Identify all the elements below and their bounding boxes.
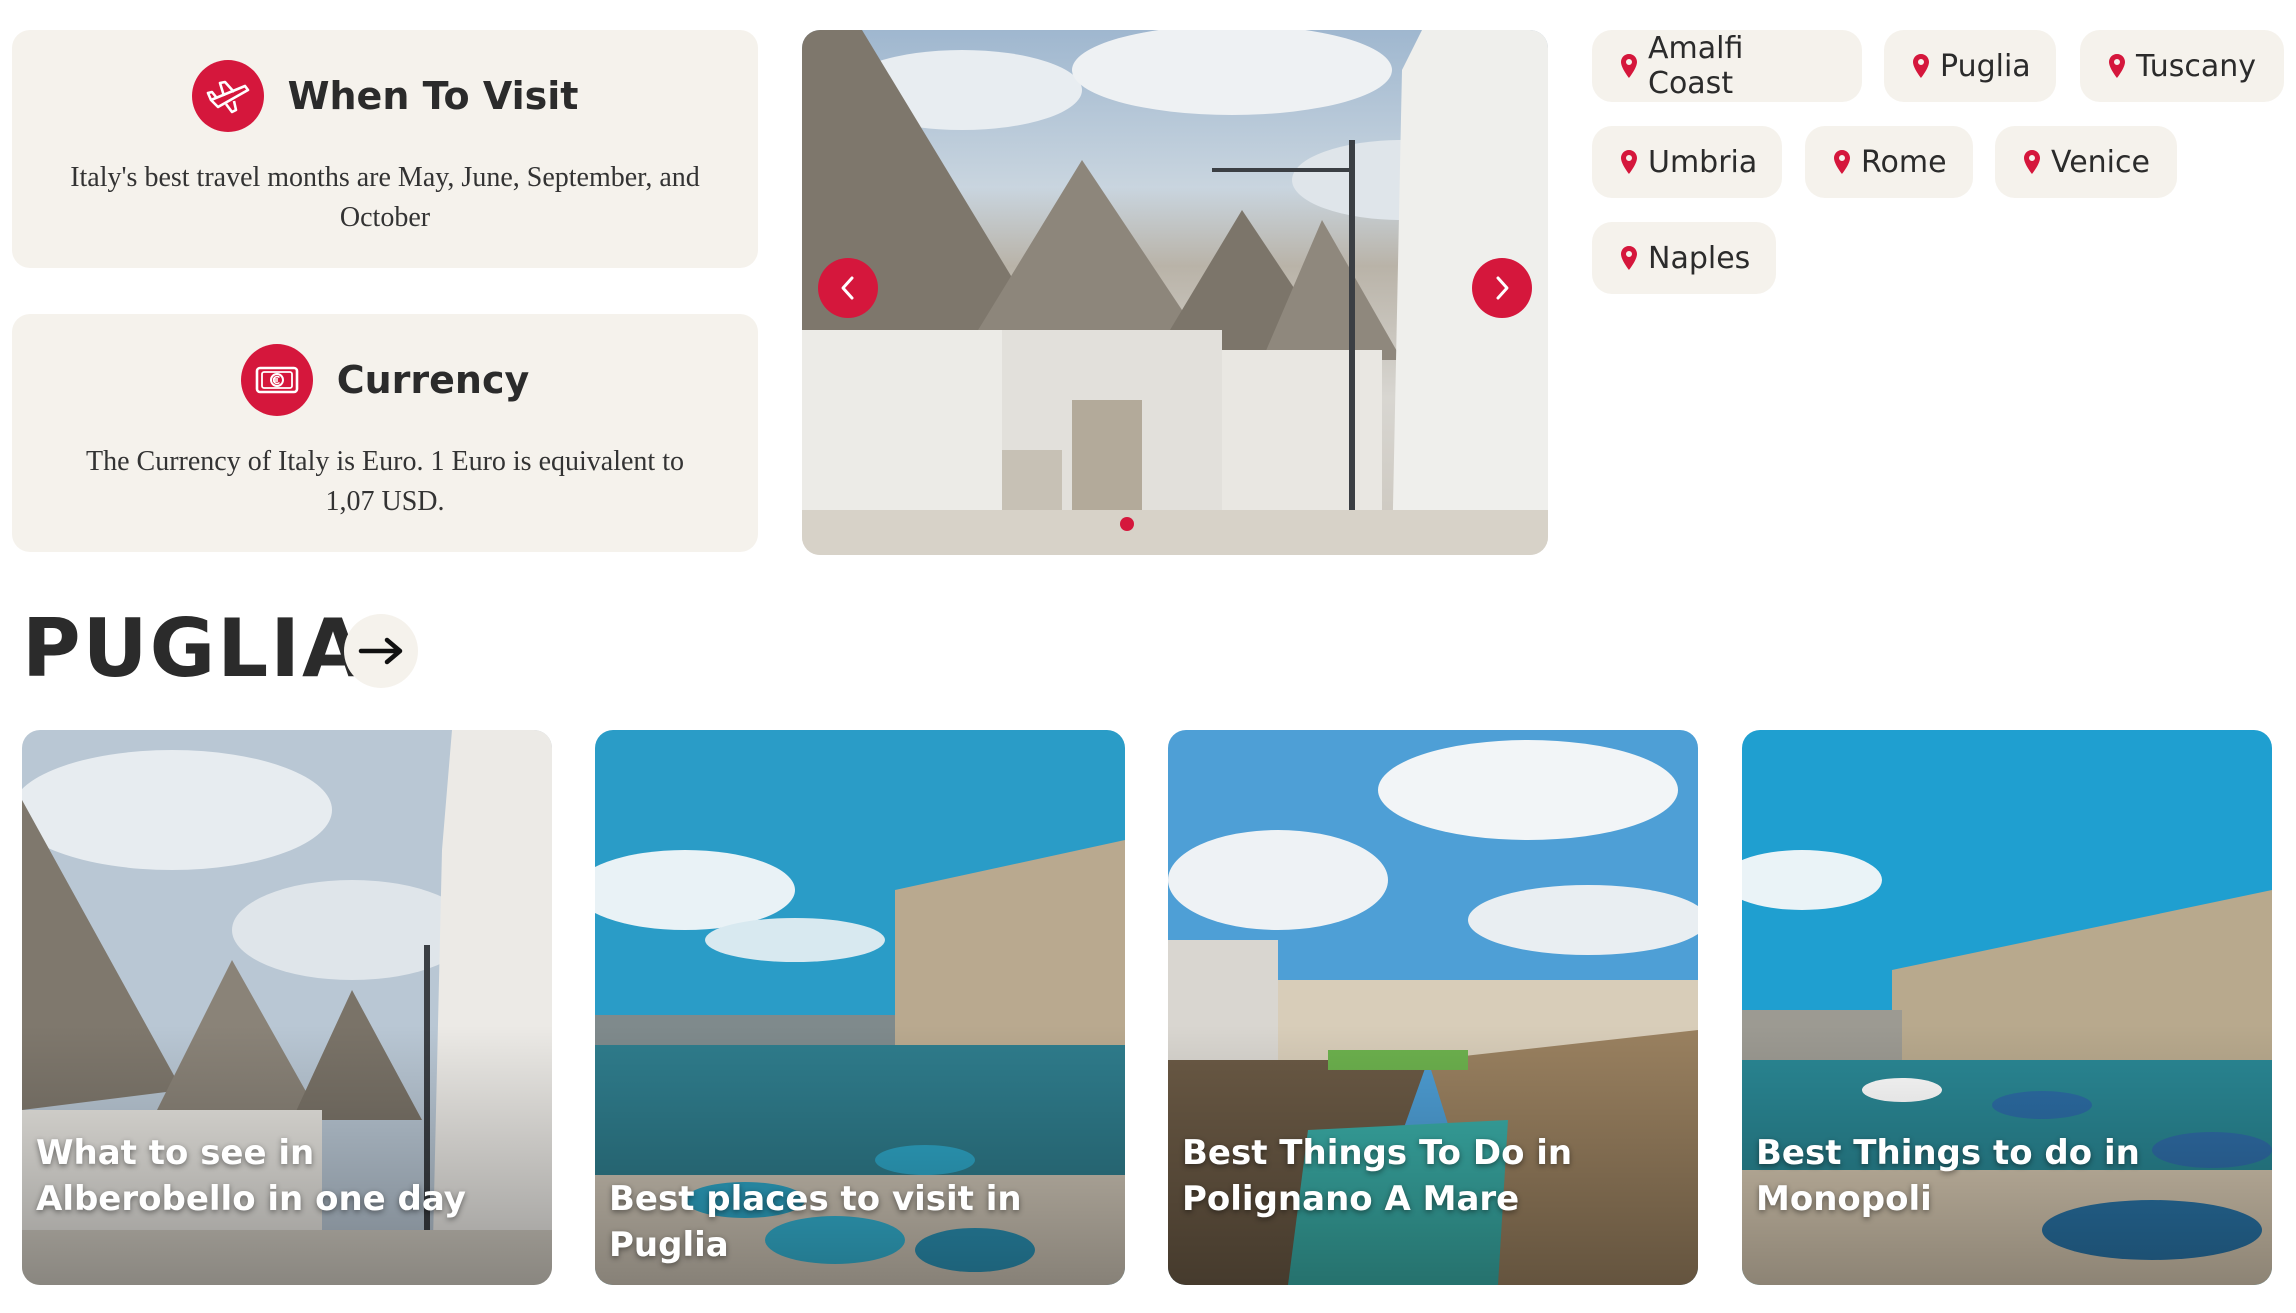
arrow-right-icon: [358, 637, 403, 665]
post-title[interactable]: Best Things To Do in Polignano A Mare: [1182, 1130, 1678, 1222]
region-pill-umbria[interactable]: Umbria: [1592, 126, 1782, 198]
when-to-visit-title: When To Visit: [287, 74, 579, 118]
trulli-photo: [802, 30, 1548, 555]
post-card[interactable]: Best Things To Do in Polignano A Mare: [1168, 730, 1698, 1285]
region-label: Naples: [1648, 240, 1751, 276]
region-pill-rome[interactable]: Rome: [1805, 126, 1973, 198]
section-arrow-button[interactable]: [344, 614, 418, 688]
map-pin-icon: [1913, 54, 1929, 78]
when-to-visit-header: When To Visit: [12, 60, 758, 132]
region-label: Amalfi Coast: [1648, 31, 1744, 101]
currency-header: Currency: [12, 344, 758, 416]
region-label: Tuscany: [2136, 48, 2257, 84]
map-pin-icon: [2024, 150, 2040, 174]
region-label: Umbria: [1648, 144, 1758, 180]
slider-dot-active[interactable]: [1120, 517, 1134, 531]
when-to-visit-text: Italy's best travel months are May, June…: [70, 162, 700, 233]
euro-banknote-icon: [240, 344, 313, 416]
region-pill-naples[interactable]: Naples: [1592, 222, 1776, 294]
airplane-icon: [191, 60, 264, 132]
region-pill-amalfi-coast[interactable]: Amalfi Coast: [1592, 30, 1862, 102]
post-title[interactable]: What to see in Alberobello in one day: [36, 1130, 532, 1222]
image-slider[interactable]: [802, 30, 1548, 555]
when-to-visit-card: When To Visit Italy's best travel months…: [12, 30, 758, 268]
map-pin-icon: [1834, 150, 1850, 174]
map-pin-icon: [2109, 54, 2125, 78]
slider-next-button[interactable]: [1472, 258, 1532, 318]
post-card[interactable]: Best Things to do in Monopoli: [1742, 730, 2272, 1285]
region-pill-puglia[interactable]: Puglia: [1884, 30, 2056, 102]
region-label: Puglia: [1940, 48, 2031, 84]
currency-title: Currency: [336, 358, 530, 402]
region-pill-venice[interactable]: Venice: [1995, 126, 2177, 198]
post-card[interactable]: What to see in Alberobello in one day: [22, 730, 552, 1285]
region-pill-tuscany[interactable]: Tuscany: [2080, 30, 2284, 102]
post-title[interactable]: Best places to visit in Puglia: [609, 1176, 1105, 1268]
map-pin-icon: [1621, 54, 1637, 78]
currency-card: Currency The Currency of Italy is Euro. …: [12, 314, 758, 552]
slider-prev-button[interactable]: [818, 258, 878, 318]
currency-text: The Currency of Italy is Euro. 1 Euro is…: [86, 446, 684, 517]
region-label: Rome: [1861, 144, 1947, 180]
section-title[interactable]: PUGLIA: [22, 602, 366, 695]
map-pin-icon: [1621, 246, 1637, 270]
region-label: Venice: [2051, 144, 2150, 180]
chevron-left-icon: [841, 276, 854, 300]
map-pin-icon: [1621, 150, 1637, 174]
post-title[interactable]: Best Things to do in Monopoli: [1756, 1130, 2252, 1222]
chevron-right-icon: [1496, 276, 1509, 300]
post-card[interactable]: Best places to visit in Puglia: [595, 730, 1125, 1285]
